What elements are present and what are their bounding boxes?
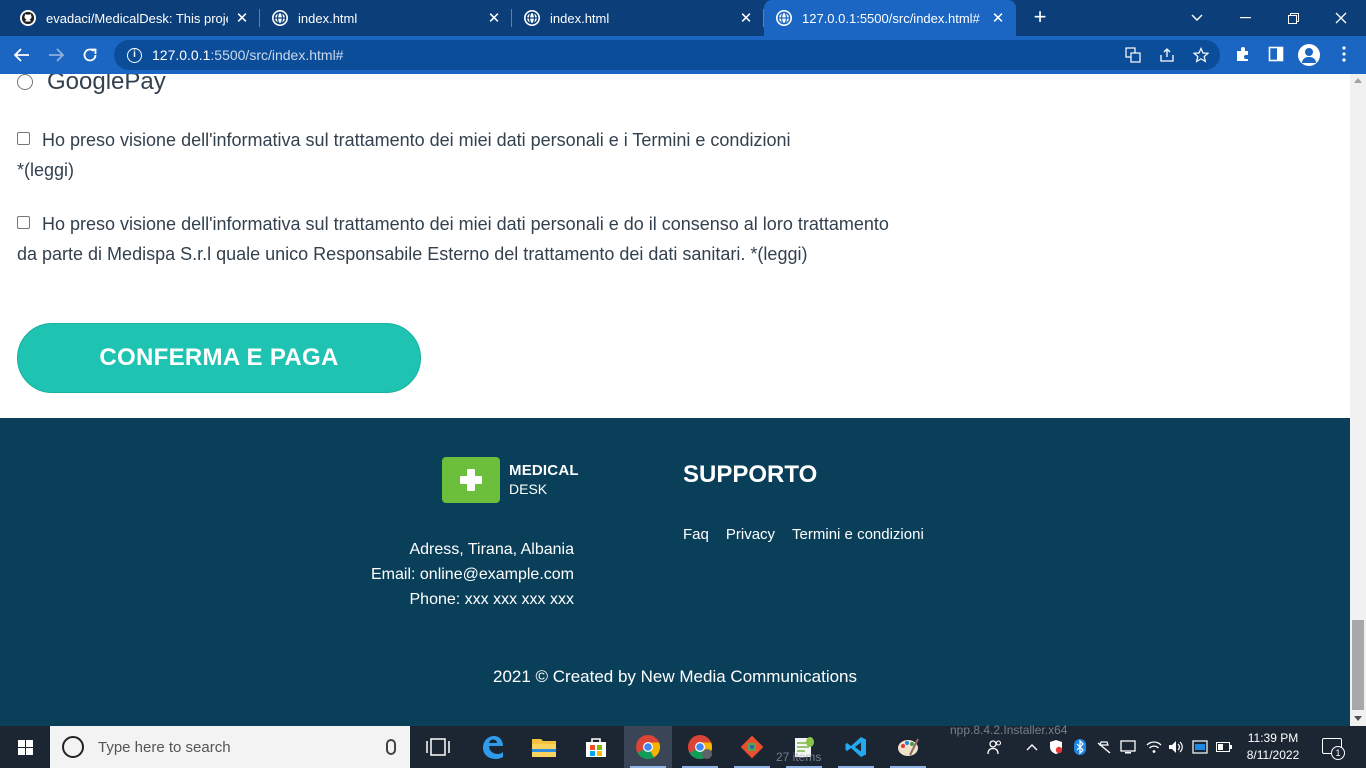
contact-phone: Phone: xxx xxx xxx xxx <box>409 591 575 608</box>
start-button[interactable] <box>0 726 50 768</box>
language-icon[interactable] <box>1190 726 1210 768</box>
vscode-icon[interactable] <box>832 726 880 768</box>
volume-icon[interactable] <box>1166 726 1186 768</box>
tray-chevron-up-icon[interactable] <box>1022 726 1042 768</box>
site-info-icon[interactable]: i <box>127 47 142 63</box>
cortana-icon <box>62 736 84 758</box>
profile-avatar[interactable] <box>1298 44 1320 66</box>
medical-cross-icon <box>442 457 500 503</box>
tab-close-icon[interactable]: ✕ <box>738 9 754 27</box>
taskbar-search[interactable]: Type here to search <box>50 726 410 768</box>
contact-info: Adress, Tirana, Albania Email: online@ex… <box>371 537 574 612</box>
confirm-pay-button[interactable]: CONFERMA E PAGA <box>17 323 421 393</box>
tab-close-icon[interactable]: ✕ <box>990 9 1006 27</box>
consent-terms-checkbox[interactable] <box>17 132 30 145</box>
site-footer: MEDICAL DESK Adress, Tirana, Albania Ema… <box>0 418 1350 726</box>
restore-button[interactable] <box>1270 0 1316 36</box>
consent-terms: Ho preso visione dell'informativa sul tr… <box>17 126 797 185</box>
microphone-icon[interactable] <box>386 739 396 755</box>
reload-icon[interactable] <box>78 43 102 67</box>
contact-email: Email: online@example.com <box>371 566 574 583</box>
paint-icon[interactable] <box>884 726 932 768</box>
footer-link-privacy[interactable]: Privacy <box>726 526 775 543</box>
security-shield-icon[interactable] <box>1046 726 1066 768</box>
consent-health: Ho preso visione dell'informativa sul tr… <box>17 210 902 269</box>
close-window-button[interactable] <box>1318 0 1364 36</box>
clock-date: 8/11/2022 <box>1246 748 1300 762</box>
tab-index-1[interactable]: index.html ✕ <box>260 0 512 36</box>
tab-title: evadaci/MedicalDesk: This project <box>46 10 228 26</box>
notification-count-badge: 1 <box>1331 746 1345 760</box>
share-icon[interactable] <box>1158 47 1176 65</box>
url-path: :5500/src/index.html# <box>210 47 344 63</box>
support-heading: SUPPORTO <box>683 461 818 488</box>
footer-link-terms[interactable]: Termini e condizioni <box>792 526 924 543</box>
new-tab-button[interactable]: + <box>1028 6 1052 30</box>
translate-icon[interactable] <box>1124 47 1142 65</box>
browser-tab-strip: evadaci/MedicalDesk: This project ✕ inde… <box>0 0 1366 36</box>
tab-github[interactable]: evadaci/MedicalDesk: This project ✕ <box>8 0 260 36</box>
tab-close-icon[interactable]: ✕ <box>234 9 250 27</box>
tab-title: 127.0.0.1:5500/src/index.html# <box>802 10 980 26</box>
github-icon <box>20 10 36 26</box>
network-off-icon[interactable] <box>1094 726 1114 768</box>
edge-icon[interactable] <box>468 726 516 768</box>
wifi-icon[interactable] <box>1144 726 1164 768</box>
bookmark-star-icon[interactable] <box>1192 47 1210 65</box>
system-clock[interactable]: 11:39 PM 8/11/2022 <box>1238 730 1308 764</box>
forward-arrow-icon[interactable] <box>44 43 68 67</box>
scroll-up-arrow-icon[interactable] <box>1354 78 1362 83</box>
side-panel-icon[interactable] <box>1266 46 1286 66</box>
tab-title: index.html <box>298 10 358 26</box>
back-arrow-icon[interactable] <box>10 43 34 67</box>
url-host: 127.0.0.1 <box>152 47 211 63</box>
browser-toolbar: i 127.0.0.1:5500/src/index.html# <box>0 36 1366 74</box>
tab-title: index.html <box>550 10 610 26</box>
tab-localhost[interactable]: 127.0.0.1:5500/src/index.html# ✕ <box>764 0 1016 36</box>
extensions-puzzle-icon[interactable] <box>1233 46 1253 66</box>
page-viewport: GooglePay Ho preso visione dell'informat… <box>0 74 1350 726</box>
display-icon[interactable] <box>1118 726 1138 768</box>
task-view-icon[interactable] <box>414 726 462 768</box>
windows-logo-icon <box>17 739 33 755</box>
contact-address: Adress, Tirana, Albania <box>409 541 574 558</box>
copyright-text: 2021 © Created by New Media Communicatio… <box>492 667 858 686</box>
store-icon[interactable] <box>572 726 620 768</box>
ghost-items-label: 27 items <box>776 750 822 764</box>
tab-search-chevron-icon[interactable] <box>1174 0 1220 36</box>
tab-close-icon[interactable]: ✕ <box>486 9 502 27</box>
payment-option-googlepay[interactable]: GooglePay <box>17 74 166 96</box>
logo-line2: DESK <box>509 481 548 497</box>
scroll-down-arrow-icon[interactable] <box>1354 716 1362 721</box>
support-links: Faq Privacy Termini e condizioni <box>683 526 941 543</box>
medical-desk-logo[interactable]: MEDICAL DESK <box>442 457 579 503</box>
address-bar[interactable]: i 127.0.0.1:5500/src/index.html# <box>114 40 1220 70</box>
globe-icon <box>776 10 792 26</box>
tab-index-2[interactable]: index.html ✕ <box>512 0 764 36</box>
consent-terms-text: Ho preso visione dell'informativa sul tr… <box>17 130 791 180</box>
googlepay-label: GooglePay <box>47 74 166 95</box>
bluetooth-icon[interactable] <box>1070 726 1090 768</box>
chrome-profile-icon[interactable] <box>676 726 724 768</box>
windows-taskbar: Type here to search npp.8.4.2.Installer.… <box>0 723 1366 768</box>
url-text: 127.0.0.1:5500/src/index.html# <box>152 47 343 63</box>
consent-health-checkbox[interactable] <box>17 216 30 229</box>
logo-line1: MEDICAL <box>509 462 579 479</box>
globe-icon <box>524 10 540 26</box>
consent-health-text: Ho preso visione dell'informativa sul tr… <box>17 214 889 264</box>
chrome-icon[interactable] <box>624 726 672 768</box>
minimize-button[interactable] <box>1222 0 1268 36</box>
more-menu-icon[interactable] <box>1334 46 1354 66</box>
git-gui-icon[interactable] <box>728 726 776 768</box>
clock-time: 11:39 PM <box>1247 731 1299 745</box>
file-explorer-icon[interactable] <box>520 726 568 768</box>
people-icon[interactable] <box>984 726 1006 768</box>
scrollbar-thumb[interactable] <box>1352 620 1364 710</box>
battery-icon[interactable] <box>1214 726 1234 768</box>
logo-wordmark: MEDICAL DESK <box>509 462 579 498</box>
search-placeholder: Type here to search <box>98 738 231 756</box>
footer-link-faq[interactable]: Faq <box>683 526 709 543</box>
globe-icon <box>272 10 288 26</box>
googlepay-radio[interactable] <box>17 74 33 90</box>
